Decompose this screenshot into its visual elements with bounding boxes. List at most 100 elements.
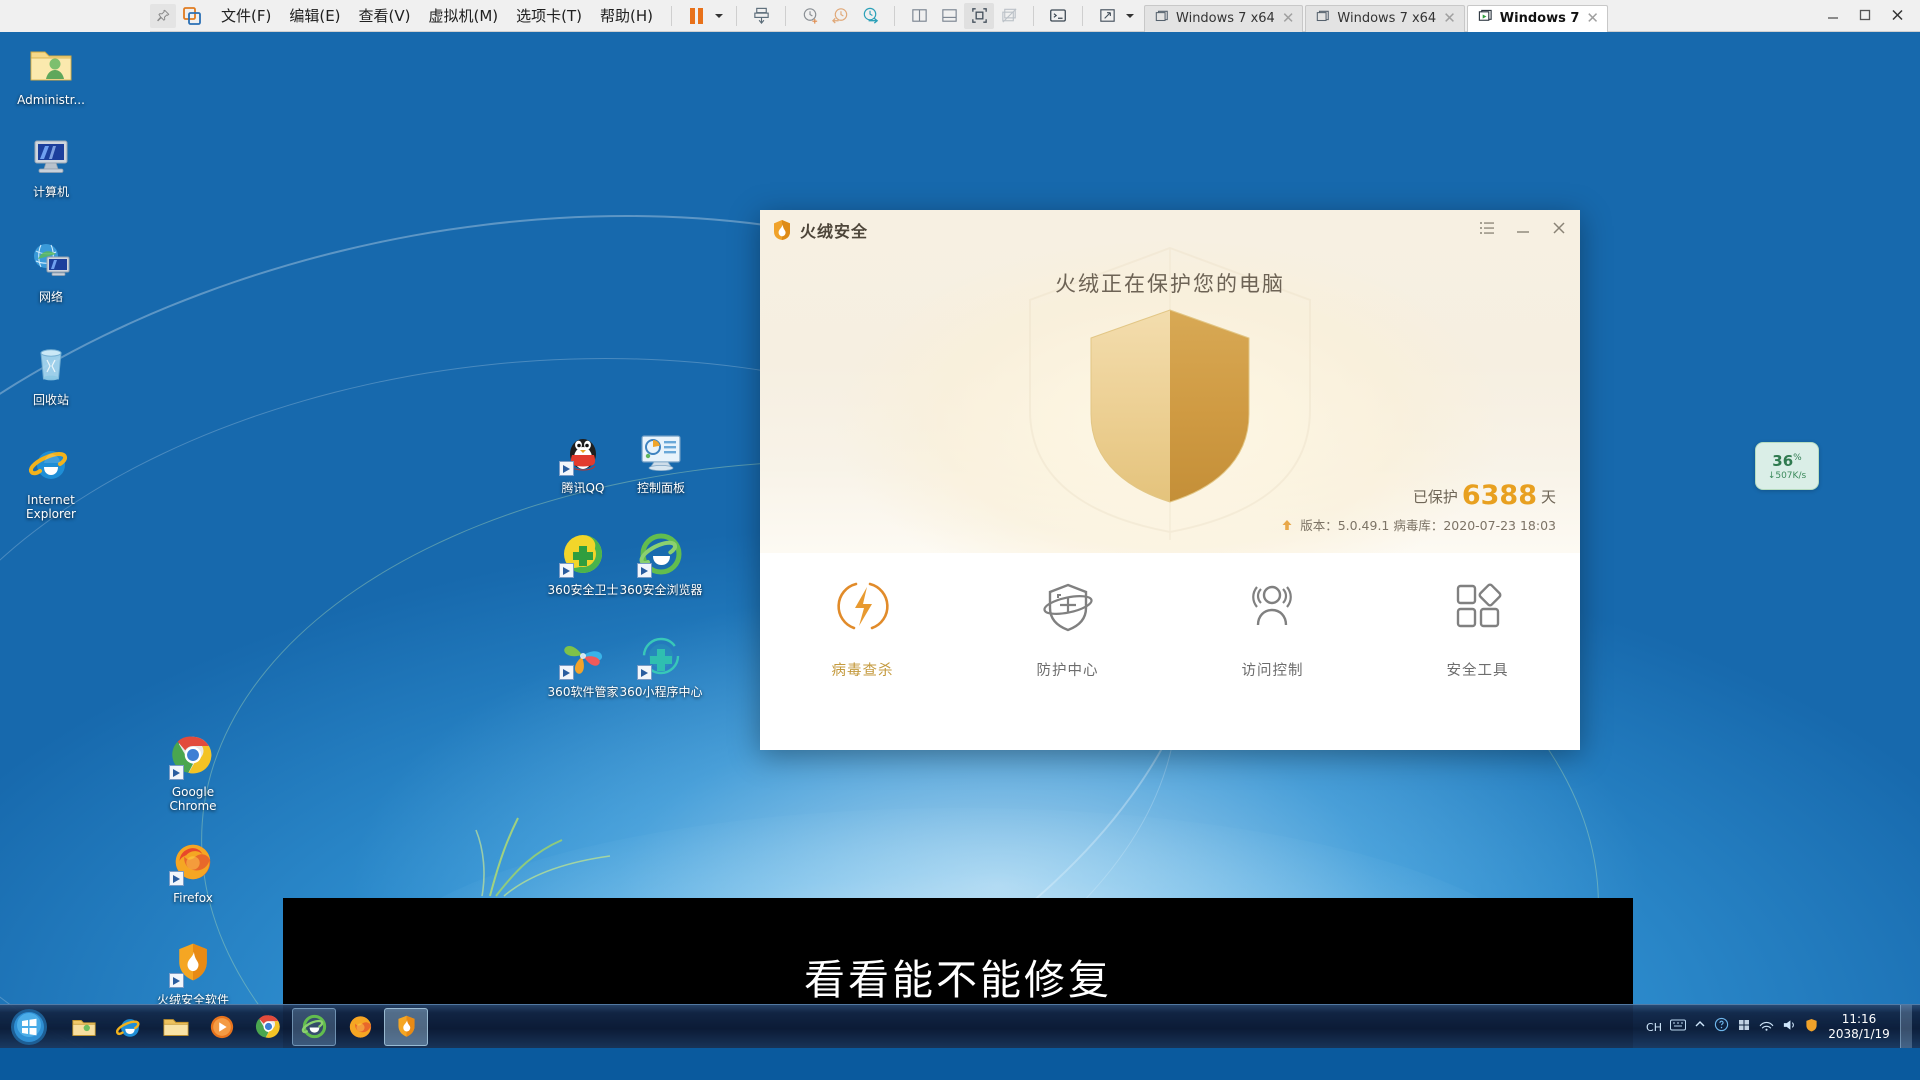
show-desktop-button[interactable] (1900, 1005, 1912, 1048)
desktop-icon-huorong[interactable]: 火绒安全软件 (150, 940, 236, 1007)
expand-chevron-down-icon[interactable] (1122, 4, 1138, 28)
huorong-security-window[interactable]: 火绒安全 火绒正在保护您的电脑 已保护 6388 天 版本：5.0.49.1 病… (760, 210, 1580, 750)
protected-days-suffix: 天 (1540, 488, 1556, 506)
unity-view-icon[interactable] (994, 3, 1024, 29)
stacked-view-icon[interactable] (934, 3, 964, 29)
desktop-icon-control-panel[interactable]: 控制面板 (618, 428, 704, 495)
windows-desktop[interactable]: Administr... 计算机 网络 回收站 Internet Explore… (0, 32, 1920, 1048)
taskbar-item-windows-explorer[interactable] (154, 1008, 198, 1046)
keyboard-icon[interactable] (1670, 1018, 1686, 1036)
cpu-percent-value: 36 (1772, 451, 1794, 470)
help-icon[interactable] (1714, 1017, 1729, 1037)
ime-indicator[interactable]: CH (1646, 1021, 1662, 1034)
network-speed-widget[interactable]: 36% ↓507K/s (1755, 442, 1819, 490)
volume-icon[interactable] (1782, 1018, 1797, 1037)
vm-tab-1-close-icon[interactable]: ✕ (1282, 11, 1295, 26)
menubar: 文件(F) 编辑(E) 查看(V) 虚拟机(M) 选项卡(T) 帮助(H) (212, 1, 662, 30)
menu-edit[interactable]: 编辑(E) (280, 1, 349, 30)
taskbar-item-firefox[interactable] (338, 1008, 382, 1046)
subtitle-text: 看看能不能修复 (804, 956, 1112, 1004)
upgrade-icon[interactable] (1281, 519, 1293, 531)
taskbar-items (62, 1007, 428, 1046)
windows-taskbar[interactable]: CH 11:16 2038/1/19 (0, 1004, 1920, 1048)
vm-tab-3-close-icon[interactable]: ✕ (1586, 11, 1599, 26)
huorong-close-button[interactable] (1548, 216, 1570, 240)
window-icon (1155, 10, 1169, 28)
action-security-tools[interactable]: 安全工具 (1403, 575, 1553, 680)
taskbar-item-huorong[interactable] (384, 1007, 428, 1046)
chevron-down-icon[interactable] (711, 4, 727, 28)
computer-icon (27, 132, 75, 180)
pin-icon[interactable] (150, 3, 176, 28)
shortcut-overlay-icon (559, 665, 574, 680)
menu-help[interactable]: 帮助(H) (591, 1, 662, 30)
desktop-icon-label: 计算机 (32, 185, 69, 199)
action-protection-center-label: 防护中心 (1036, 663, 1099, 679)
menu-list-icon[interactable] (1476, 216, 1498, 240)
console-icon[interactable] (1043, 3, 1073, 29)
expand-icon[interactable] (1092, 3, 1122, 29)
menu-file[interactable]: 文件(F) (212, 1, 280, 30)
vm-tab-2-close-icon[interactable]: ✕ (1443, 11, 1456, 26)
desktop-icon-360-safe[interactable]: 360安全卫士 (540, 530, 626, 597)
desktop-icon-tencent-qq[interactable]: 腾讯QQ (540, 428, 626, 495)
huorong-window-buttons (1476, 216, 1570, 240)
taskbar-item-360-browser[interactable] (292, 1007, 336, 1046)
desktop-icon-recycle-bin[interactable]: 回收站 (8, 340, 94, 407)
control-panel-icon (637, 428, 685, 476)
start-button[interactable] (2, 1006, 56, 1048)
huorong-action-bar: 病毒查杀 防护中心 访问控制 安全工具 (760, 553, 1580, 750)
vm-tab-3[interactable]: Windows 7 ✕ (1466, 4, 1608, 32)
snapshot-manager-icon[interactable] (795, 3, 825, 29)
shortcut-overlay-icon (637, 563, 652, 578)
desktop-icon-360-miniapp[interactable]: 360小程序中心 (618, 632, 704, 699)
menu-view[interactable]: 查看(V) (350, 1, 420, 30)
revert-snapshot-icon[interactable] (825, 3, 855, 29)
network-icon[interactable] (1759, 1018, 1774, 1036)
taskbar-item-chrome[interactable] (246, 1008, 290, 1046)
app-maximize-button[interactable] (1850, 2, 1880, 28)
desktop-icon-computer[interactable]: 计算机 (8, 132, 94, 199)
action-protection-center[interactable]: 防护中心 (993, 575, 1143, 680)
action-center-icon[interactable] (1737, 1018, 1751, 1037)
huorong-status-headline: 火绒正在保护您的电脑 (1055, 272, 1285, 296)
fullscreen-icon[interactable] (964, 2, 995, 29)
huorong-titlebar[interactable]: 火绒安全 (760, 210, 1580, 250)
vm-tab-2[interactable]: Windows 7 x64 ✕ (1305, 4, 1465, 32)
network-icon (27, 237, 75, 285)
desktop-icon-internet-explorer[interactable]: Internet Explorer (8, 440, 94, 521)
desktop-icon-google-chrome[interactable]: Google Chrome (150, 732, 236, 813)
vmware-logo-icon (180, 4, 204, 28)
version-info-row: 版本：5.0.49.1 病毒库：2020-07-23 18:03 (1281, 515, 1556, 534)
tray-arrow-icon[interactable] (1694, 1018, 1706, 1036)
taskbar-item-internet-explorer[interactable] (108, 1008, 152, 1046)
protected-days-prefix: 已保护 (1412, 488, 1458, 506)
desktop-icon-firefox[interactable]: Firefox (150, 838, 236, 905)
desktop-icon-label: Internet Explorer (26, 493, 76, 521)
desktop-icon-360-browser[interactable]: 360安全浏览器 (618, 530, 704, 597)
desktop-icon-administrator[interactable]: Administr... (8, 40, 94, 107)
taskbar-item-explorer-pin[interactable] (62, 1008, 106, 1046)
shield-icon[interactable] (1805, 1018, 1818, 1037)
edit-snapshot-icon[interactable] (855, 3, 885, 29)
vm-tab-1[interactable]: Windows 7 x64 ✕ (1144, 4, 1304, 32)
taskbar-item-media-player[interactable] (200, 1008, 244, 1046)
desktop-icon-network[interactable]: 网络 (8, 237, 94, 304)
take-snapshot-icon[interactable] (746, 3, 776, 29)
split-view-icon[interactable] (904, 3, 934, 29)
pause-icon[interactable] (681, 3, 711, 29)
menu-tabs[interactable]: 选项卡(T) (507, 1, 591, 30)
desktop-icon-360-software[interactable]: 360软件管家 (540, 632, 626, 699)
toolbar-divider-6 (1082, 5, 1084, 26)
taskbar-clock[interactable]: 11:16 2038/1/19 (1826, 1012, 1892, 1042)
app-close-button[interactable] (1882, 2, 1912, 28)
app-minimize-button[interactable] (1818, 2, 1848, 28)
shortcut-overlay-icon (169, 973, 184, 988)
clock-date: 2038/1/19 (1828, 1027, 1890, 1041)
app-window-controls (1818, 2, 1912, 28)
desktop-icon-label: 360安全浏览器 (619, 583, 703, 597)
action-virus-scan[interactable]: 病毒查杀 (788, 575, 938, 680)
huorong-minimize-button[interactable] (1512, 216, 1534, 240)
menu-vm[interactable]: 虚拟机(M) (420, 1, 508, 30)
action-access-control[interactable]: 访问控制 (1198, 575, 1348, 680)
